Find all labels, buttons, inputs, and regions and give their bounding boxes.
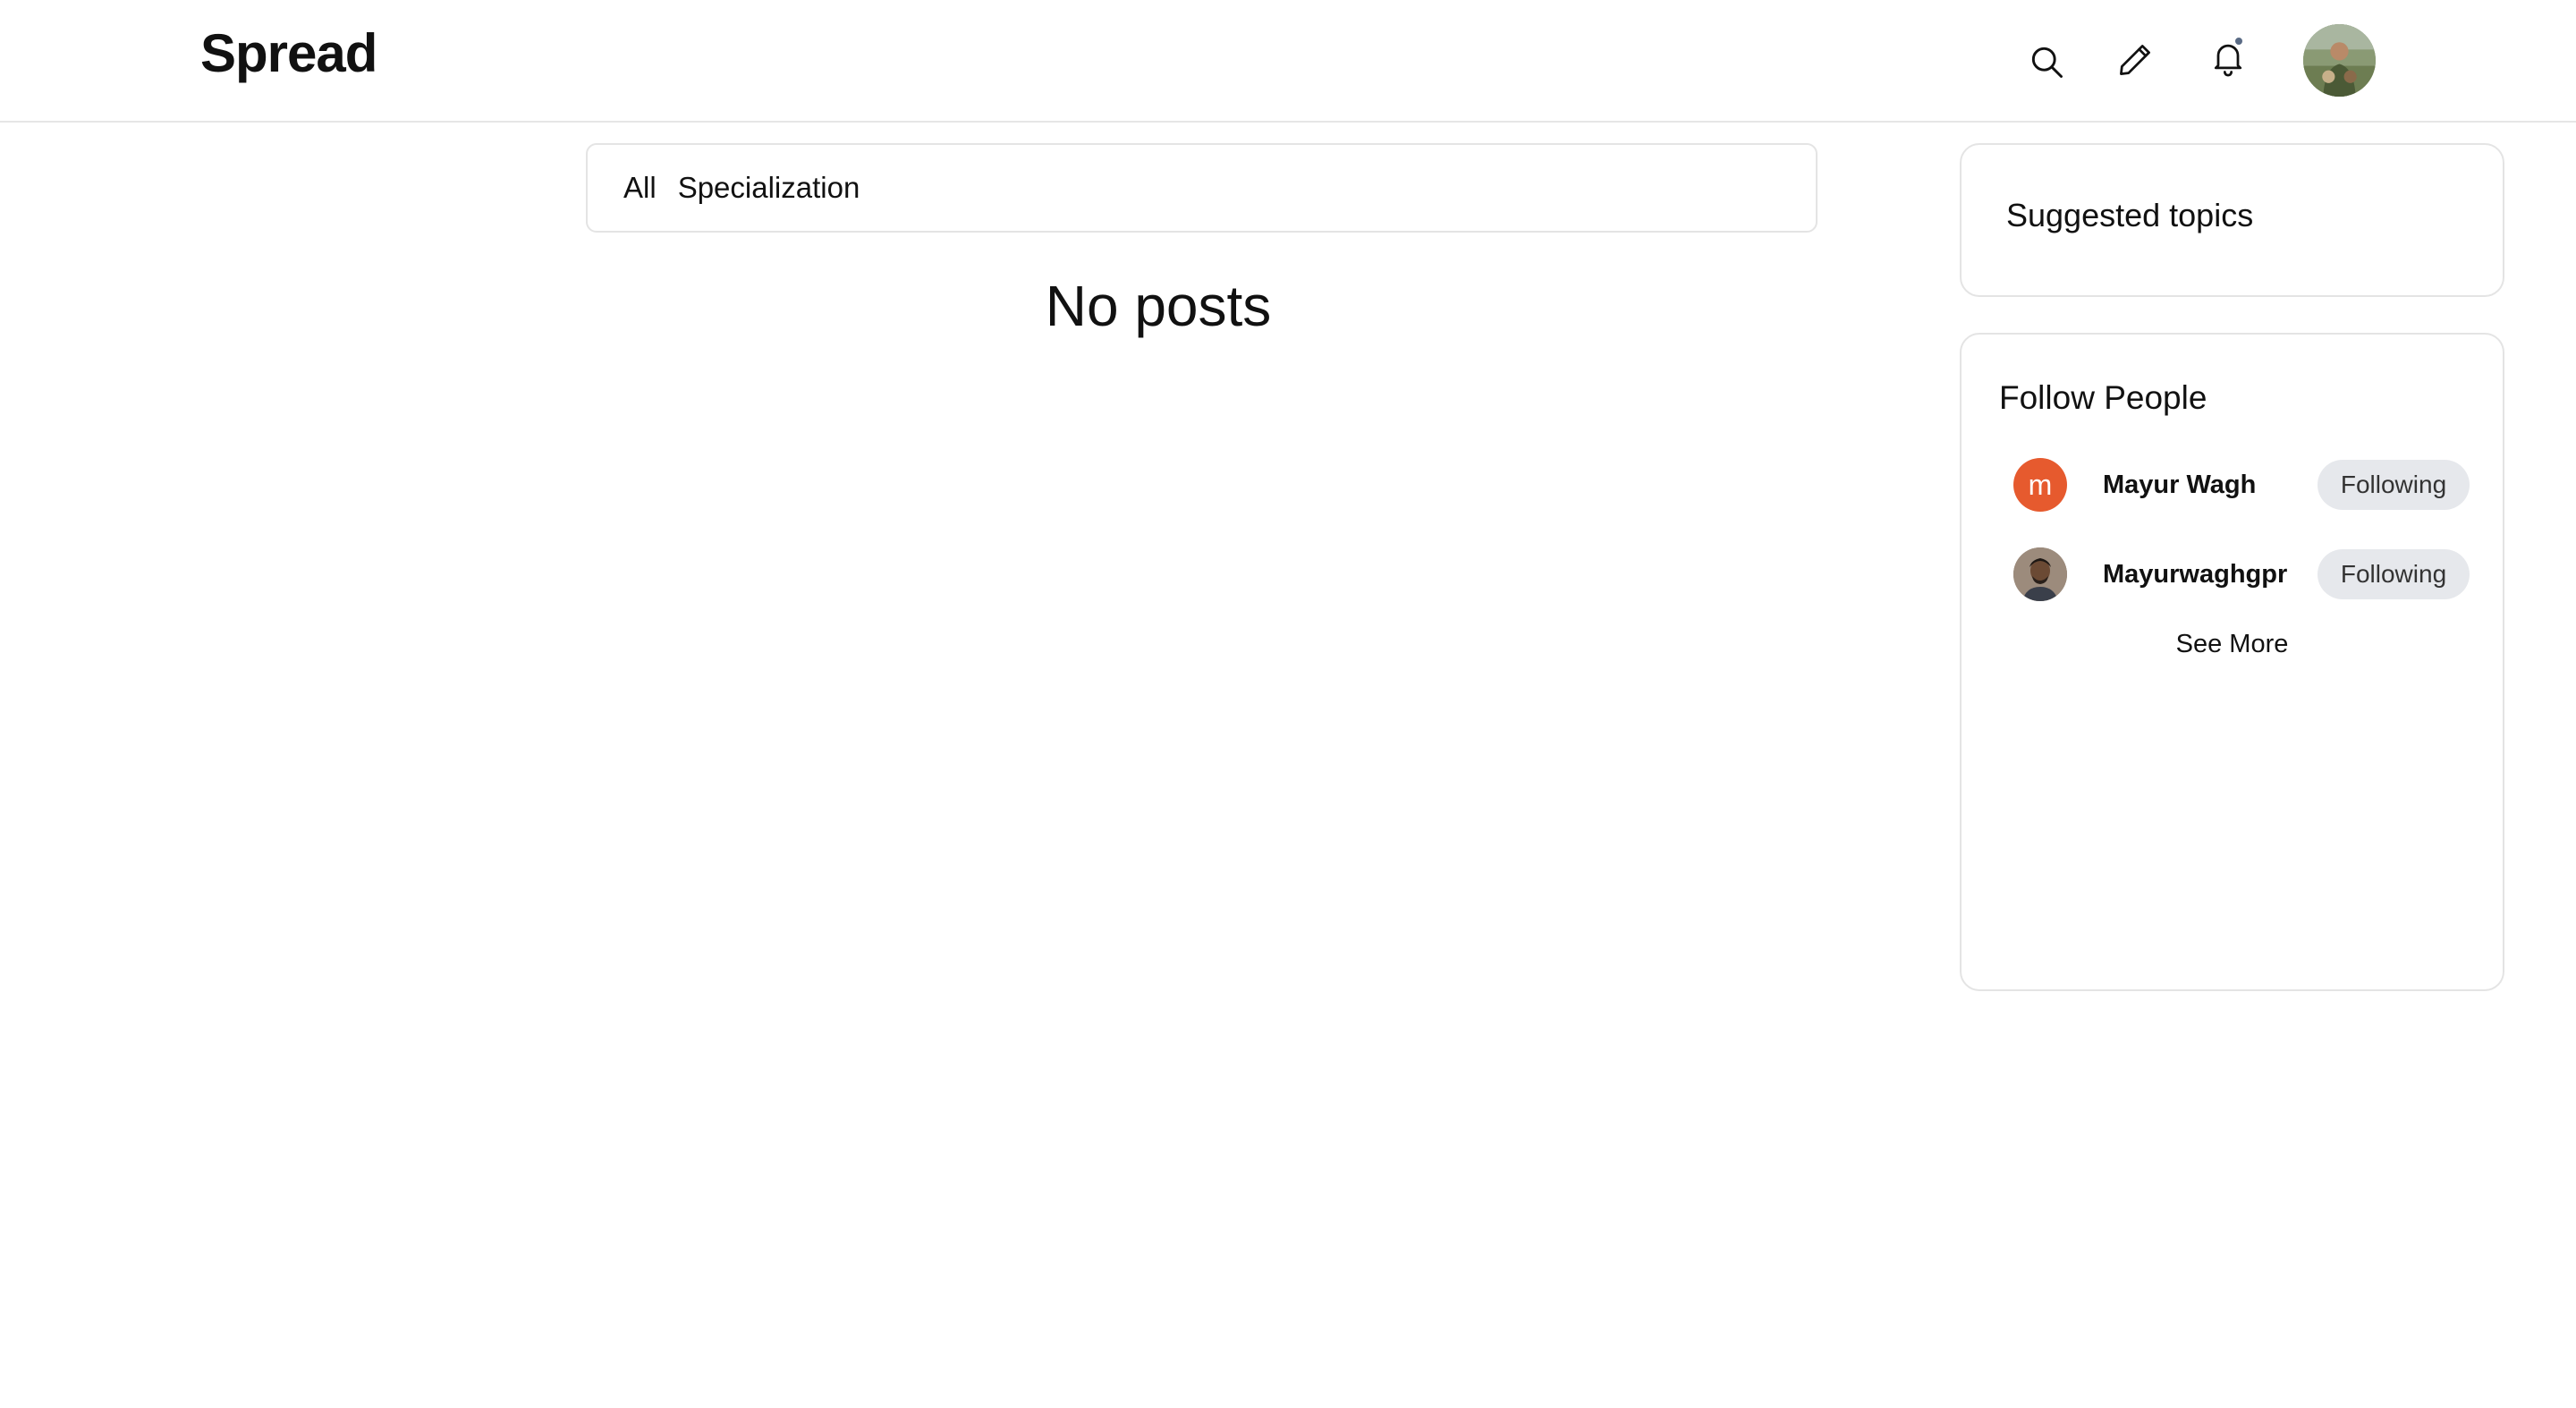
feed-filter-tabs: All Specialization bbox=[586, 143, 1818, 233]
following-button[interactable]: Following bbox=[2318, 460, 2470, 510]
top-header: Spread bbox=[0, 0, 2576, 123]
suggested-topics-title: Suggested topics bbox=[2006, 197, 2254, 233]
user-avatar[interactable] bbox=[2303, 24, 2376, 97]
person-row: Mayurwaghgpr Following bbox=[2013, 546, 2470, 603]
person-row: m Mayur Wagh Following bbox=[2013, 456, 2470, 513]
see-more-link[interactable]: See More bbox=[1962, 630, 2503, 659]
app-logo[interactable]: Spread bbox=[200, 27, 377, 81]
person-avatar[interactable]: m bbox=[2013, 458, 2067, 512]
tab-specialization[interactable]: Specialization bbox=[678, 171, 860, 205]
person-avatar[interactable] bbox=[2013, 547, 2067, 601]
edit-icon[interactable] bbox=[2114, 38, 2157, 81]
tab-all[interactable]: All bbox=[623, 171, 657, 205]
person-name[interactable]: Mayur Wagh bbox=[2103, 471, 2300, 500]
person-name[interactable]: Mayurwaghgpr bbox=[2103, 560, 2300, 589]
bell-icon[interactable] bbox=[2207, 36, 2250, 79]
follow-people-card: Follow People m Mayur Wagh Following May… bbox=[1960, 333, 2504, 991]
following-button[interactable]: Following bbox=[2318, 549, 2470, 599]
follow-people-title: Follow People bbox=[1999, 379, 2207, 416]
notification-dot bbox=[2233, 36, 2244, 47]
empty-feed-message: No posts bbox=[1045, 274, 1272, 338]
search-icon[interactable] bbox=[2025, 40, 2068, 83]
suggested-topics-card: Suggested topics bbox=[1960, 143, 2504, 297]
